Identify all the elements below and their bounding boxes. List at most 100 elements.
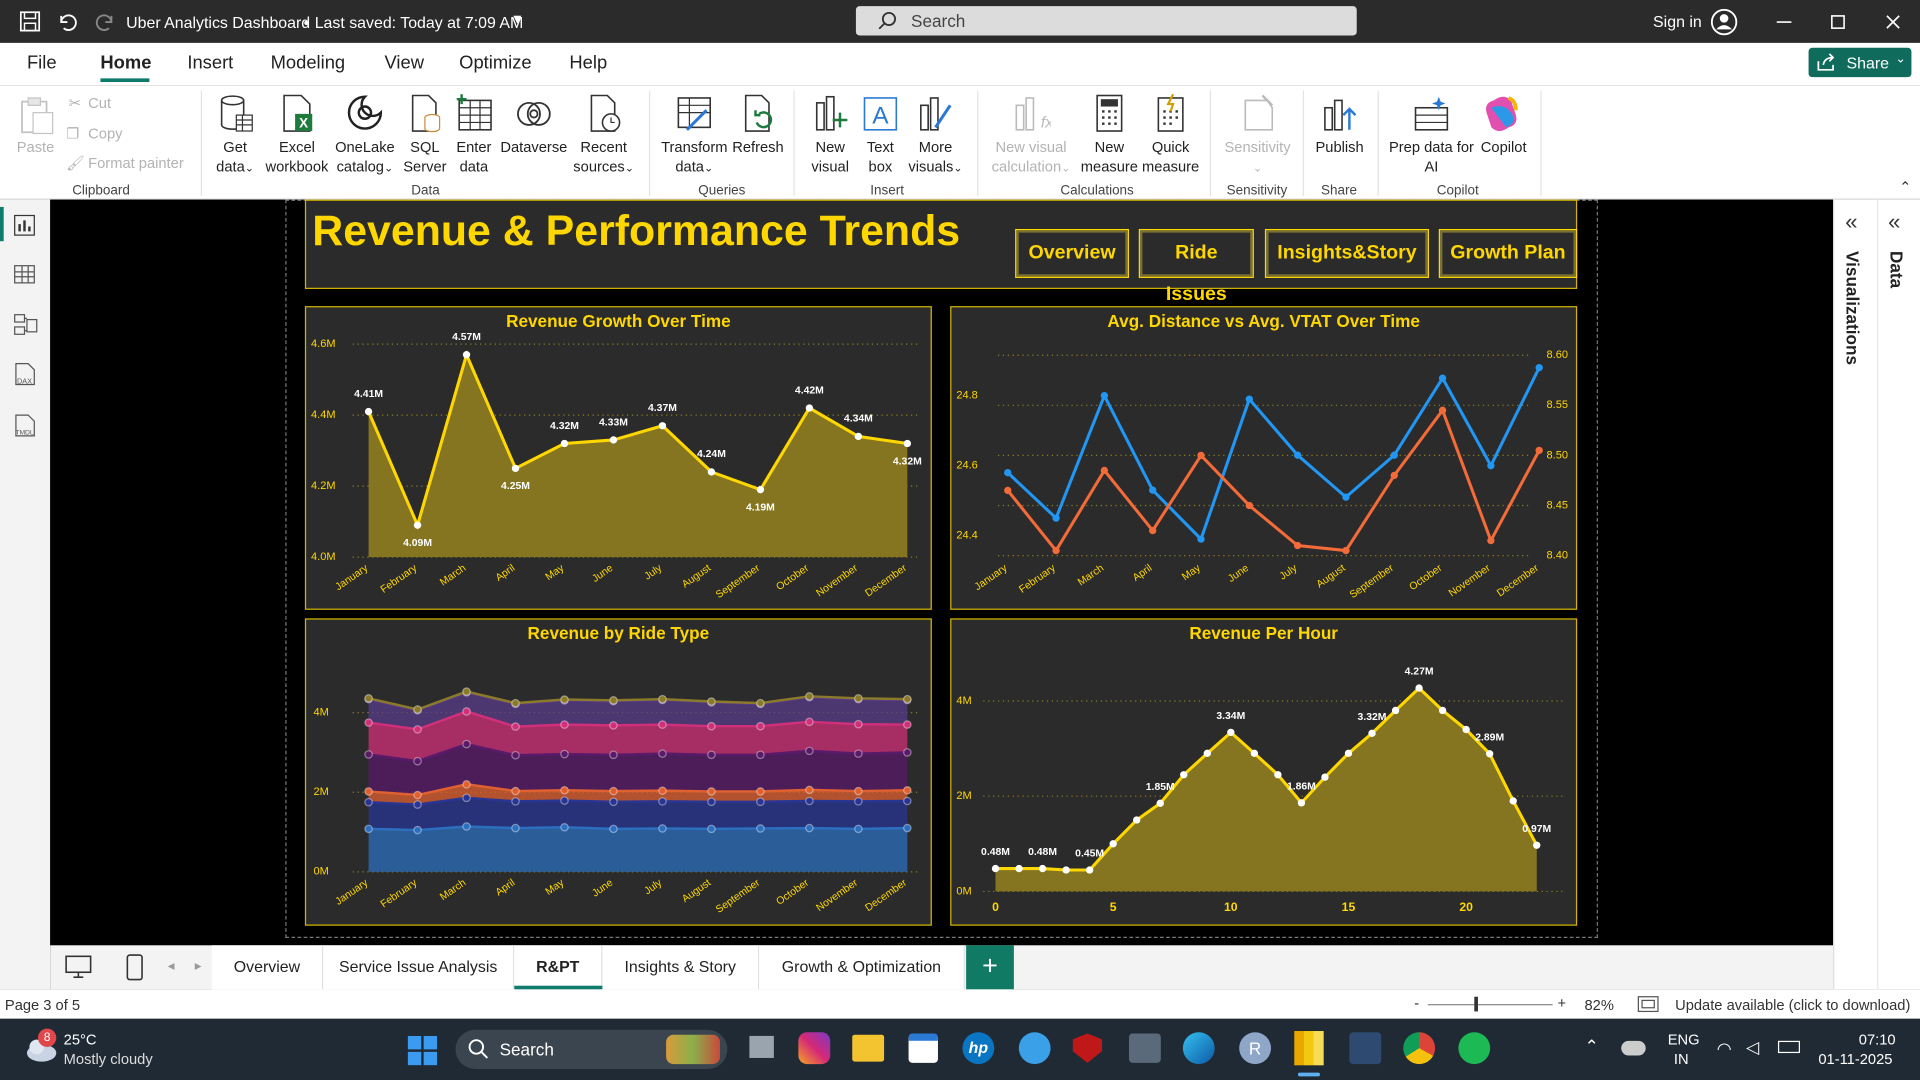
refresh-button[interactable]: Refresh: [730, 93, 786, 157]
mobile-layout-icon[interactable]: [126, 954, 143, 981]
onelake-catalog-button[interactable]: OneLake catalog⌄: [333, 93, 397, 177]
zoom-slider-handle[interactable]: [1474, 996, 1478, 1012]
menu-file[interactable]: File: [27, 53, 57, 74]
menu-help[interactable]: Help: [569, 53, 607, 74]
menu-insert[interactable]: Insert: [187, 53, 233, 74]
tab-overview[interactable]: Overview: [211, 945, 324, 990]
menu-optimize[interactable]: Optimize: [459, 53, 531, 74]
chart-revenue-growth[interactable]: Revenue Growth Over Time 4.0M 4.2M 4.4M 4.6…: [304, 306, 932, 610]
search-box[interactable]: Search: [855, 6, 1357, 36]
edge-icon[interactable]: [1182, 1032, 1215, 1065]
update-available-link[interactable]: Update available (click to download): [1675, 997, 1910, 1014]
wifi-icon[interactable]: ◠: [1717, 1038, 1732, 1059]
menu-modeling[interactable]: Modeling: [271, 53, 346, 74]
undo-icon[interactable]: [56, 11, 78, 33]
more-visuals-button[interactable]: More visuals⌄: [906, 93, 965, 177]
language-region[interactable]: IN: [1674, 1051, 1689, 1068]
chrome-icon[interactable]: [1403, 1032, 1436, 1065]
sensitivity-button[interactable]: Sensitivity ⌄: [1220, 93, 1296, 177]
expand-data-icon[interactable]: «: [1888, 209, 1900, 235]
chart-revenue-per-hour[interactable]: Revenue Per Hour 0M 2M 4M 0.48M 0.48M 0.45M 1.…: [950, 618, 1578, 926]
desktop-layout-icon[interactable]: [65, 955, 92, 979]
close-icon[interactable]: [1883, 12, 1903, 32]
text-box-button[interactable]: A Text box: [857, 93, 904, 176]
language-code[interactable]: ENG: [1668, 1031, 1700, 1048]
tab-service-issue-analysis[interactable]: Service Issue Analysis: [323, 945, 515, 990]
report-view-icon[interactable]: [13, 214, 35, 236]
chart-revenue-ride-type[interactable]: Revenue by Ride Type 0M 2M 4M January Februa…: [304, 618, 932, 926]
excel-workbook-button[interactable]: X Excel workbook: [263, 93, 330, 176]
model-view-icon[interactable]: [13, 312, 38, 336]
expand-visualizations-icon[interactable]: «: [1845, 209, 1857, 235]
tray-overflow-icon[interactable]: ⌃: [1584, 1036, 1598, 1057]
get-data-button[interactable]: Get data⌄: [211, 93, 260, 177]
chevron-down-icon[interactable]: ▼: [511, 12, 524, 27]
mcafee-icon[interactable]: [1072, 1033, 1103, 1063]
volume-icon[interactable]: ◁: [1746, 1037, 1759, 1058]
menu-view[interactable]: View: [384, 53, 423, 74]
tab-growth-optimization[interactable]: Growth & Optimization: [759, 945, 965, 990]
onedrive-icon[interactable]: [1621, 1040, 1646, 1056]
next-page-icon[interactable]: ▸: [195, 958, 202, 974]
tmdl-view-icon[interactable]: TMDL: [12, 413, 36, 440]
prep-data-ai-button[interactable]: Prep data for AI: [1385, 93, 1478, 176]
visualizations-pane-label[interactable]: Visualizations: [1843, 251, 1863, 365]
quick-measure-button[interactable]: Quick measure: [1141, 93, 1200, 176]
clock-date[interactable]: 01-11-2025: [1818, 1051, 1892, 1068]
copilot-button[interactable]: Copilot: [1477, 93, 1531, 157]
power-bi-icon[interactable]: [1294, 1031, 1324, 1066]
r-app-icon[interactable]: R: [1239, 1032, 1272, 1065]
collapse-ribbon-icon[interactable]: ⌃: [1899, 179, 1911, 196]
sign-in-link[interactable]: Sign in: [1653, 12, 1702, 30]
zoom-slider[interactable]: [1427, 1004, 1553, 1006]
new-measure-button[interactable]: New measure: [1080, 93, 1139, 176]
help-app-icon[interactable]: [1018, 1032, 1051, 1065]
file-explorer-icon[interactable]: [852, 1034, 885, 1062]
instagram-icon[interactable]: [798, 1032, 831, 1065]
task-view-icon[interactable]: [749, 1035, 774, 1058]
publish-button[interactable]: Publish: [1310, 93, 1369, 157]
taskbar-search[interactable]: Search: [455, 1029, 728, 1069]
tab-insights-story[interactable]: Insights & Story: [602, 945, 760, 990]
enter-data-button[interactable]: Enter data: [451, 93, 498, 176]
minimize-icon[interactable]: [1774, 12, 1794, 32]
fit-page-icon[interactable]: [1637, 996, 1659, 1013]
save-icon[interactable]: [19, 11, 42, 33]
nav-insights-story-button[interactable]: Insights&Story: [1264, 228, 1429, 278]
chart-distance-vtat[interactable]: Avg. Distance vs Avg. VTAT Over Time 8.4…: [950, 306, 1578, 610]
recent-sources-button[interactable]: Recent sources⌄: [571, 93, 637, 177]
zoom-out-button[interactable]: -: [1414, 994, 1419, 1011]
snipping-tool-icon[interactable]: [1349, 1032, 1382, 1065]
paste-button[interactable]: Paste: [12, 96, 59, 157]
copy-button[interactable]: ❐ Copy: [66, 124, 122, 144]
battery-icon[interactable]: [1777, 1040, 1801, 1054]
dataverse-button[interactable]: Dataverse: [500, 93, 569, 157]
user-avatar-icon[interactable]: [1710, 8, 1738, 36]
hp-icon[interactable]: hp: [962, 1032, 995, 1065]
menu-home[interactable]: Home: [100, 53, 151, 74]
tab-rpt[interactable]: R&PT: [514, 945, 603, 990]
spotify-icon[interactable]: [1458, 1032, 1491, 1065]
new-visual-calculation-button[interactable]: fx New visualcalculation⌄: [987, 93, 1075, 177]
nav-overview-button[interactable]: Overview: [1015, 228, 1129, 278]
zoom-in-button[interactable]: +: [1558, 994, 1567, 1011]
prev-page-icon[interactable]: ◂: [168, 958, 175, 974]
store-icon[interactable]: [908, 1033, 938, 1063]
clock-time[interactable]: 07:10: [1859, 1031, 1896, 1048]
maximize-icon[interactable]: [1828, 12, 1848, 32]
redo-icon[interactable]: [94, 11, 116, 33]
sql-server-button[interactable]: SQL Server: [400, 93, 449, 176]
cut-button[interactable]: ✂ Cut: [69, 93, 111, 113]
format-painter-button[interactable]: 🖌 Format painter: [66, 153, 184, 173]
dax-query-icon[interactable]: DAX: [12, 361, 36, 388]
nav-ride-issues-button[interactable]: Ride Issues: [1138, 228, 1254, 305]
windows-start-icon[interactable]: [407, 1035, 438, 1066]
nav-growth-plan-button[interactable]: Growth Plan: [1438, 228, 1578, 278]
transform-data-button[interactable]: Transform data⌄: [659, 93, 730, 177]
table-view-icon[interactable]: [13, 263, 35, 285]
python-app-icon[interactable]: [1128, 1033, 1161, 1063]
data-pane-label[interactable]: Data: [1887, 251, 1907, 288]
share-button[interactable]: Share ⌄: [1808, 47, 1912, 78]
new-visual-button[interactable]: New visual: [806, 93, 855, 176]
add-page-button[interactable]: +: [966, 945, 1014, 990]
